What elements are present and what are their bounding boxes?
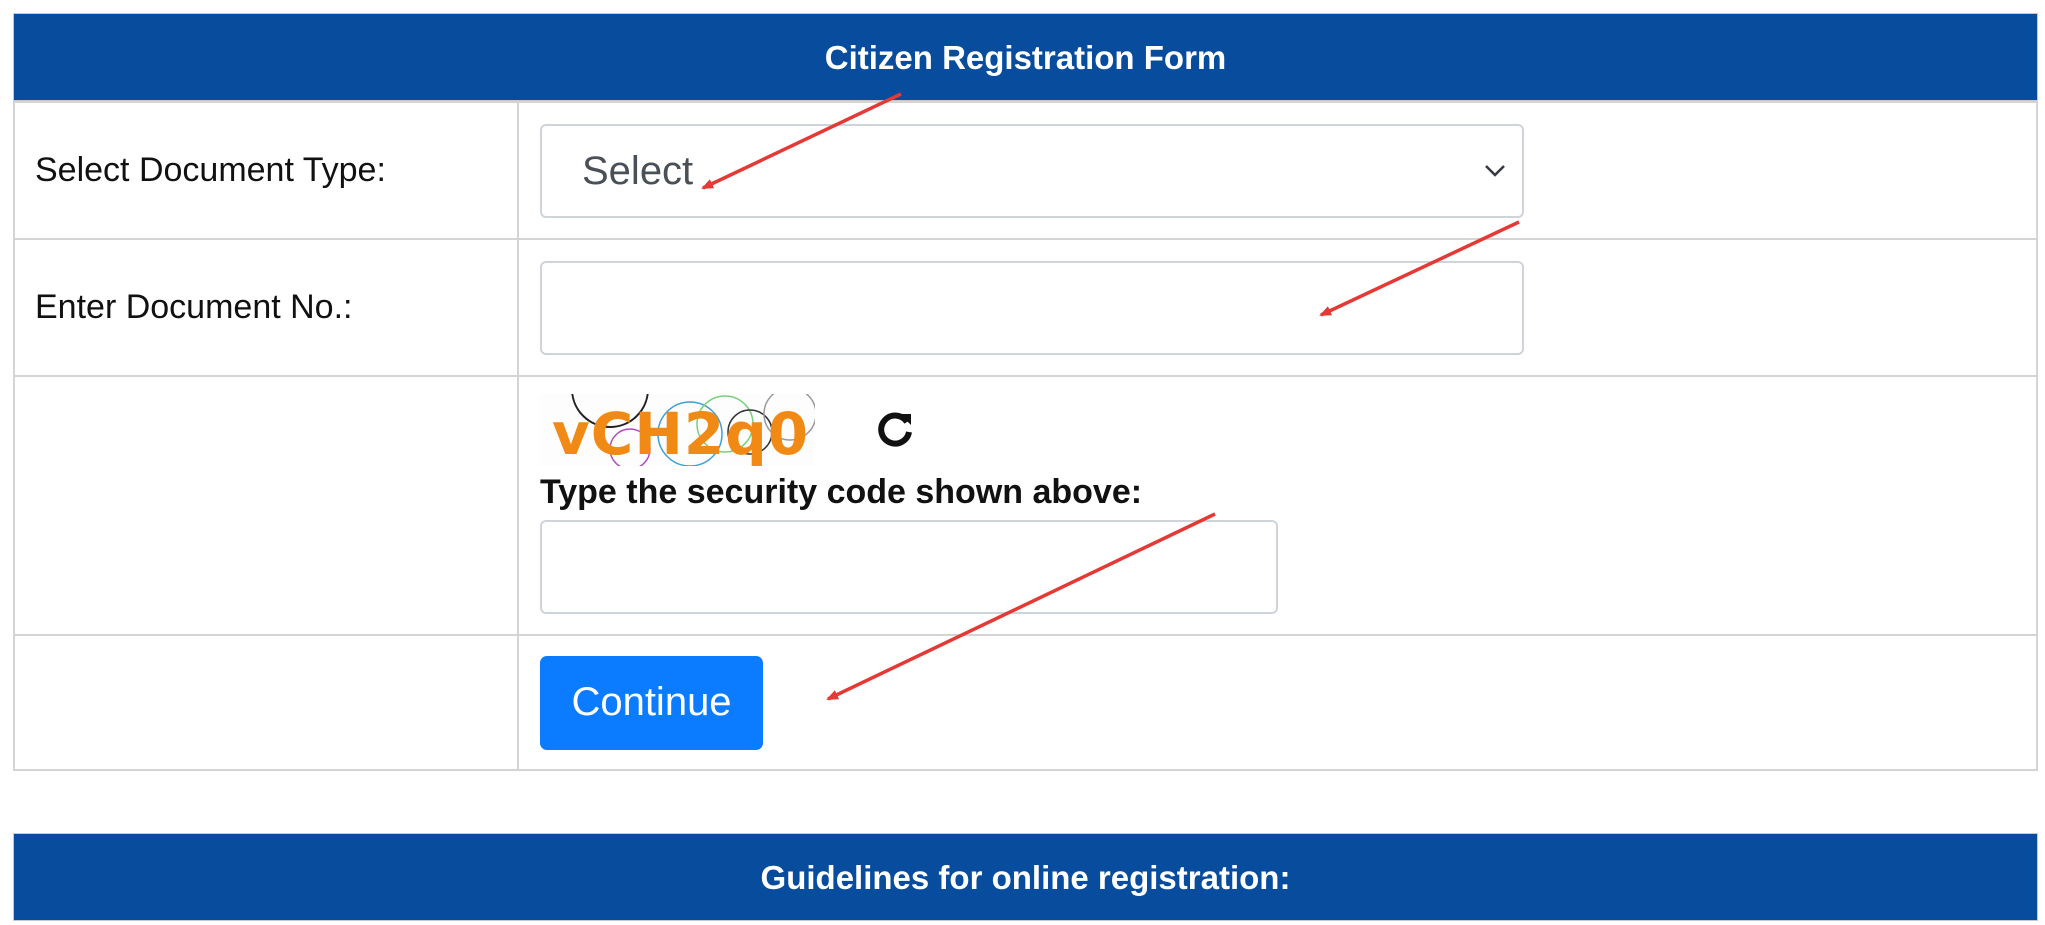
continue-button[interactable]: Continue — [540, 655, 763, 750]
captcha-cell: vCH2q0 Type the security code shown abov… — [517, 375, 2038, 636]
captcha-image: vCH2q0 — [540, 394, 815, 466]
continue-label-cell-empty — [13, 634, 519, 771]
document-no-row: Enter Document No.: — [13, 238, 2038, 377]
document-no-cell — [517, 238, 2038, 377]
continue-row: Continue — [13, 634, 2038, 771]
document-type-cell: Select — [517, 101, 2038, 240]
document-type-selected-value: Select — [582, 148, 694, 193]
captcha-row: vCH2q0 Type the security code shown abov… — [13, 375, 2038, 636]
document-type-label: Select Document Type: — [13, 101, 519, 240]
captcha-label: Type the security code shown above: — [540, 473, 1143, 511]
guidelines-panel: Guidelines for online registration: — [13, 833, 2038, 921]
chevron-down-icon — [1484, 126, 1506, 216]
continue-cell: Continue — [517, 634, 2038, 771]
document-type-select[interactable]: Select — [540, 123, 1524, 218]
page: Citizen Registration Form Select Documen… — [0, 0, 2045, 925]
registration-form-table: Select Document Type: Select Enter Docum… — [13, 101, 2038, 771]
captcha-container: vCH2q0 — [540, 393, 2036, 467]
captcha-label-cell-empty — [13, 375, 519, 636]
captcha-code-text: vCH2q0 — [552, 400, 810, 466]
refresh-captcha-button[interactable] — [870, 405, 920, 455]
guidelines-title: Guidelines for online registration: — [13, 833, 2038, 921]
registration-form-panel: Citizen Registration Form Select Documen… — [13, 13, 2038, 771]
captcha-input[interactable] — [540, 520, 1278, 614]
form-title: Citizen Registration Form — [13, 13, 2038, 101]
document-no-label: Enter Document No.: — [13, 238, 519, 377]
document-type-row: Select Document Type: Select — [13, 101, 2038, 240]
refresh-icon — [878, 412, 912, 447]
document-no-input[interactable] — [540, 260, 1524, 355]
